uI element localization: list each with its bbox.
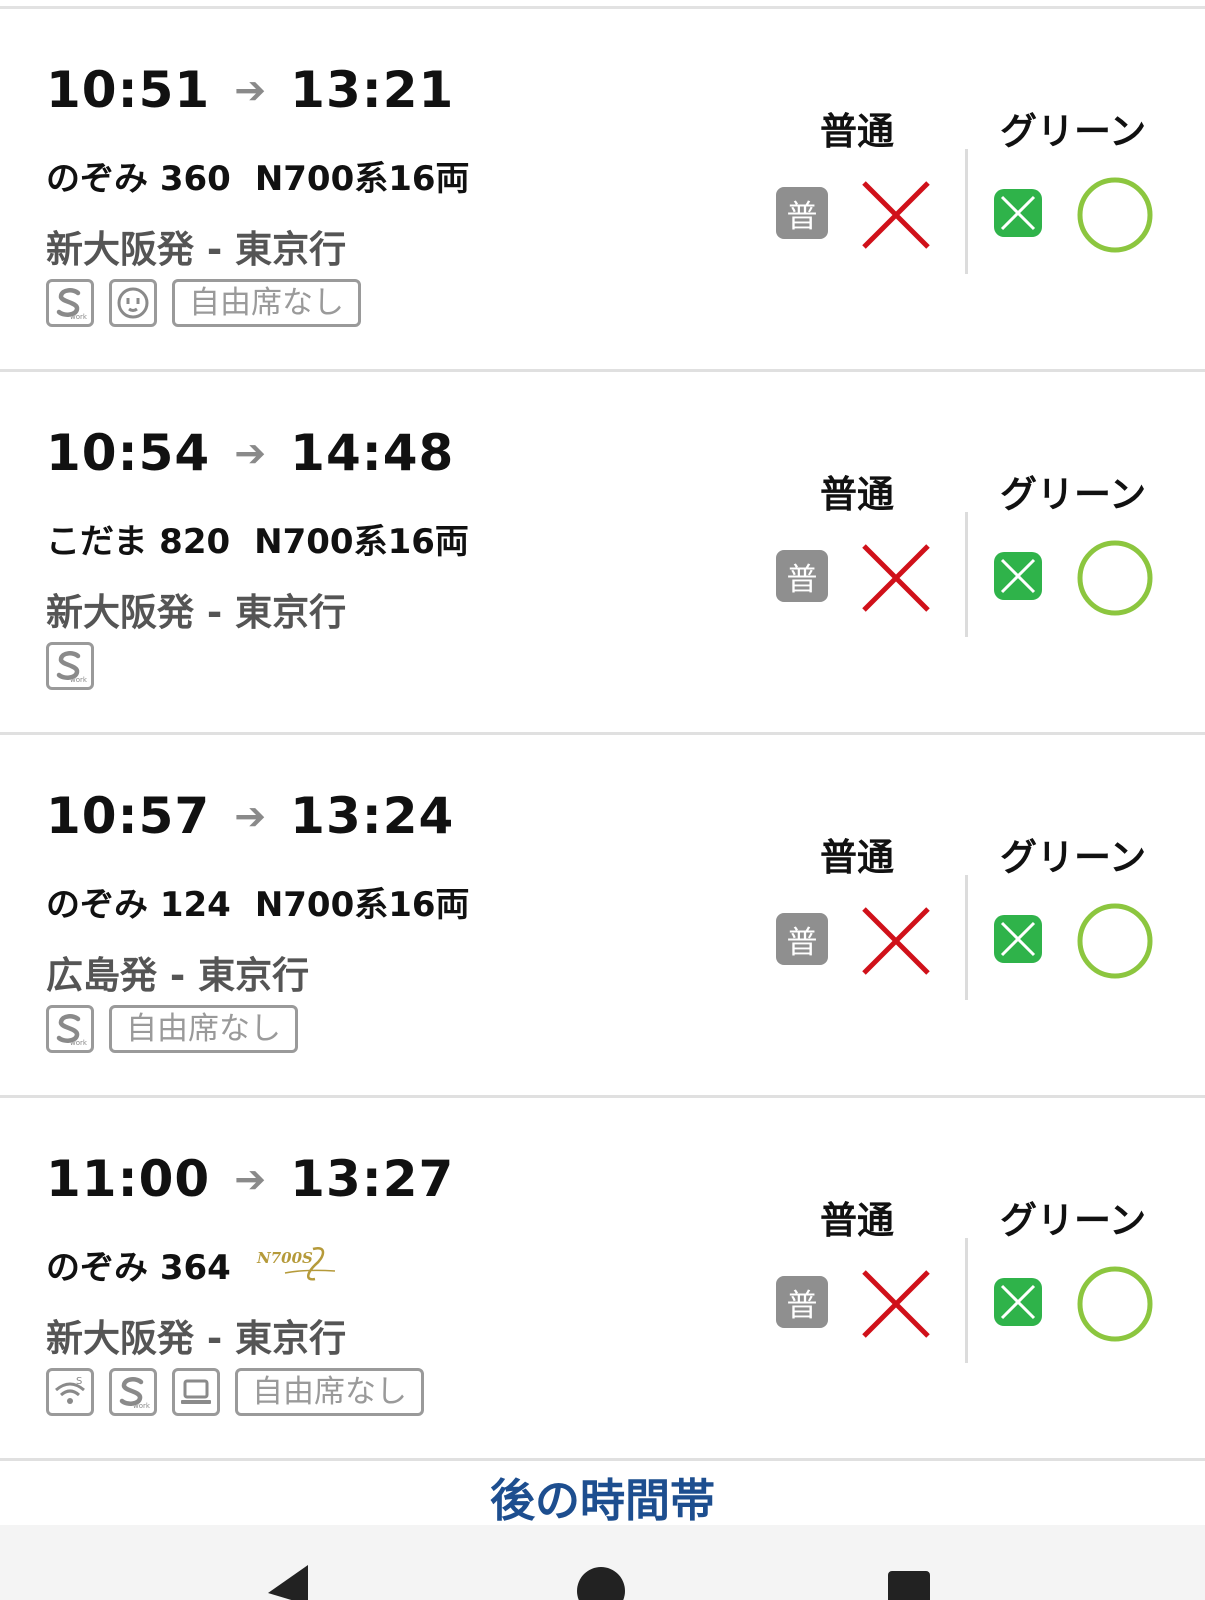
no-free-seat-badge: 自由席なし [172, 279, 361, 327]
nav-recent-icon[interactable] [886, 1565, 932, 1600]
seat-availability: 普通 グリーン 普 [770, 735, 1170, 1098]
svg-text:work: work [70, 313, 88, 321]
s-work-icon: work [46, 279, 94, 327]
train-name: のぞみ 124 [46, 885, 231, 925]
s-work-icon: work [109, 1368, 157, 1416]
arrow-icon: ➔ [234, 794, 267, 838]
feature-badges: S work 自由席なし [46, 1368, 424, 1416]
train-name-line: のぞみ 124 N700系16両 [46, 877, 470, 926]
later-time-link[interactable]: 後の時間帯 [0, 1464, 1205, 1529]
column-divider [965, 512, 968, 637]
time-line: 11:00 ➔ 13:27 [46, 1150, 454, 1208]
green-car-icon [994, 189, 1042, 237]
departure-time: 10:51 [46, 61, 211, 119]
feature-badges: work 自由席なし [46, 1005, 298, 1053]
arrow-icon: ➔ [234, 68, 267, 112]
arrival-time: 14:48 [290, 424, 455, 482]
departure-time: 10:57 [46, 787, 211, 845]
s-work-icon: work [46, 1005, 94, 1053]
green-car-icon [994, 915, 1042, 963]
unavailable-x-icon[interactable] [858, 177, 934, 253]
arrival-time: 13:27 [290, 1150, 455, 1208]
wifi-icon: S [46, 1368, 94, 1416]
green-header: グリーン [1000, 836, 1147, 879]
available-circle-icon[interactable] [1075, 901, 1155, 981]
available-circle-icon[interactable] [1075, 1264, 1155, 1344]
top-divider [0, 0, 1205, 9]
time-line: 10:51 ➔ 13:21 [46, 61, 454, 119]
ordinary-header: 普通 [820, 836, 894, 879]
time-line: 10:54 ➔ 14:48 [46, 424, 454, 482]
train-name: のぞみ 364 [46, 1248, 231, 1288]
svg-text:S: S [76, 1376, 82, 1387]
nav-back-icon[interactable] [268, 1565, 316, 1600]
route: 新大阪発 - 東京行 [46, 591, 347, 634]
green-header: グリーン [1000, 473, 1147, 516]
time-line: 10:57 ➔ 13:24 [46, 787, 454, 845]
route: 広島発 - 東京行 [46, 954, 310, 997]
car-type: N700系16両 [254, 885, 470, 925]
feature-badges: work [46, 642, 94, 690]
n700s-logo-text: N700S [256, 1249, 313, 1267]
ordinary-car-badge: 普 [776, 913, 828, 965]
no-free-seat-badge: 自由席なし [235, 1368, 424, 1416]
available-circle-icon[interactable] [1075, 538, 1155, 618]
ordinary-car-badge: 普 [776, 1276, 828, 1328]
svg-text:work: work [70, 1039, 88, 1047]
route: 新大阪発 - 東京行 [46, 228, 347, 271]
ordinary-car-badge: 普 [776, 550, 828, 602]
ordinary-header: 普通 [820, 473, 894, 516]
feature-badges: work 自由席なし [46, 279, 361, 327]
seat-availability: 普通 グリーン 普 [770, 1098, 1170, 1461]
green-car-icon [994, 552, 1042, 600]
departure-time: 11:00 [46, 1150, 211, 1208]
ordinary-header: 普通 [820, 110, 894, 153]
train-row[interactable]: 11:00 ➔ 13:27 のぞみ 364 N700S 新大阪発 - 東京行 S… [0, 1098, 1205, 1461]
seat-availability: 普通 グリーン 普 [770, 9, 1170, 372]
train-row[interactable]: 10:57 ➔ 13:24 のぞみ 124 N700系16両 広島発 - 東京行… [0, 735, 1205, 1098]
column-divider [965, 1238, 968, 1363]
unavailable-x-icon[interactable] [858, 903, 934, 979]
column-divider [965, 149, 968, 274]
available-circle-icon[interactable] [1075, 175, 1155, 255]
outlet-icon [109, 279, 157, 327]
column-divider [965, 875, 968, 1000]
route: 新大阪発 - 東京行 [46, 1317, 347, 1360]
car-type: N700系16両 [254, 522, 469, 562]
svg-text:work: work [133, 1402, 151, 1410]
ordinary-header: 普通 [820, 1199, 894, 1242]
no-free-seat-badge: 自由席なし [109, 1005, 298, 1053]
svg-text:work: work [70, 676, 88, 684]
green-header: グリーン [1000, 110, 1147, 153]
train-list: 10:51 ➔ 13:21 のぞみ 360 N700系16両 新大阪発 - 東京… [0, 9, 1205, 1461]
android-nav-bar [0, 1525, 1205, 1600]
arrival-time: 13:21 [290, 61, 455, 119]
green-header: グリーン [1000, 1199, 1147, 1242]
train-name: のぞみ 360 [46, 159, 231, 199]
train-name-line: のぞみ 364 N700S [46, 1240, 339, 1289]
arrival-time: 13:24 [290, 787, 455, 845]
departure-time: 10:54 [46, 424, 211, 482]
arrow-icon: ➔ [234, 431, 267, 475]
train-name-line: のぞみ 360 N700系16両 [46, 151, 470, 200]
seat-availability: 普通 グリーン 普 [770, 372, 1170, 735]
nav-home-icon[interactable] [576, 1565, 626, 1600]
car-type: N700系16両 [254, 159, 470, 199]
s-work-icon: work [46, 642, 94, 690]
train-row[interactable]: 10:54 ➔ 14:48 こだま 820 N700系16両 新大阪発 - 東京… [0, 372, 1205, 735]
train-name-line: こだま 820 N700系16両 [46, 514, 469, 563]
train-row[interactable]: 10:51 ➔ 13:21 のぞみ 360 N700系16両 新大阪発 - 東京… [0, 9, 1205, 372]
ordinary-car-badge: 普 [776, 187, 828, 239]
green-car-icon [994, 1278, 1042, 1326]
unavailable-x-icon[interactable] [858, 1266, 934, 1342]
arrow-icon: ➔ [234, 1157, 267, 1201]
train-name: こだま 820 [46, 522, 231, 562]
unavailable-x-icon[interactable] [858, 540, 934, 616]
laptop-icon [172, 1368, 220, 1416]
n700s-logo-icon: N700S [256, 1246, 335, 1281]
